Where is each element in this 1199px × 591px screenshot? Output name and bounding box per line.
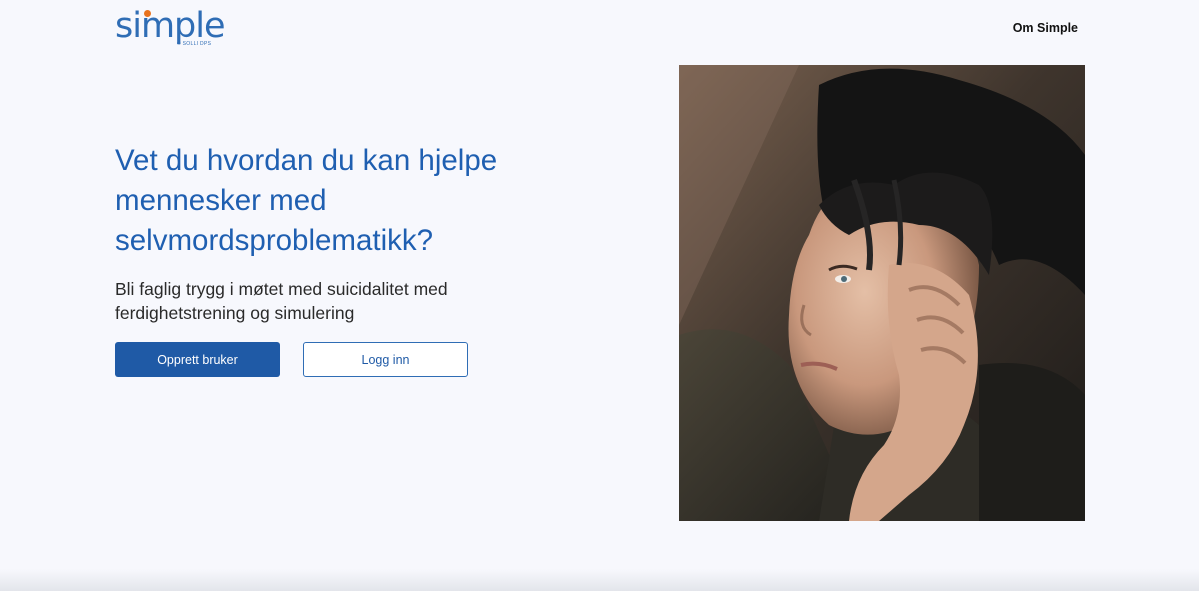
photo-illustration [679,65,1085,521]
logo-accent-dot [144,10,151,17]
site-header: simple © SOLLI DPS Om Simple [0,0,1199,60]
hero-title: Vet du hvordan du kan hjelpe mennesker m… [115,144,498,257]
bottom-shadow [0,569,1199,591]
logo-subtext: © SOLLI DPS [177,41,212,47]
login-button[interactable]: Logg inn [303,342,468,377]
create-user-button[interactable]: Opprett bruker [115,342,280,377]
nav-link-om-simple[interactable]: Om Simple [1013,21,1078,35]
hero-subtitle: Bli faglig trygg i møtet med suicidalite… [115,279,448,323]
hero-photo-thoughtful-man [679,65,1085,521]
logo-wordmark: simple [115,6,226,46]
simple-logo[interactable]: simple © SOLLI DPS [115,6,226,52]
